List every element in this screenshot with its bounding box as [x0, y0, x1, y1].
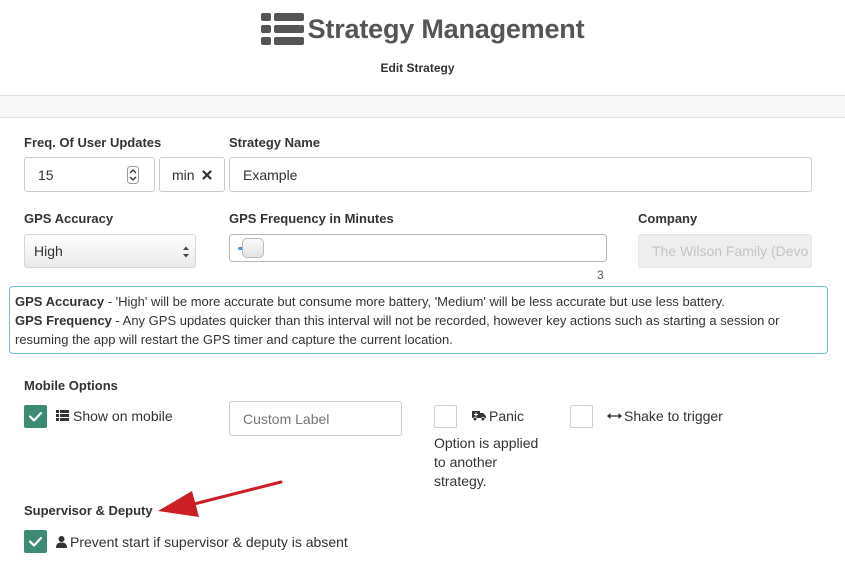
page-title: Strategy Management	[307, 13, 585, 44]
custom-label-input[interactable]	[229, 401, 402, 436]
gps-accuracy-text: - 'High' will be more accurate but consu…	[104, 294, 725, 309]
panic-checkbox[interactable]	[434, 405, 457, 428]
gps-frequency-term: GPS Frequency	[15, 313, 112, 328]
prevent-start-label: Prevent start if supervisor & deputy is …	[70, 534, 348, 550]
gps-frequency-text: - Any GPS updates quicker than this inte…	[15, 313, 780, 347]
toolbar-band	[0, 95, 845, 118]
freq-value: 15	[38, 167, 54, 183]
horizontal-arrows-icon	[607, 413, 622, 419]
slider-handle[interactable]	[242, 238, 264, 258]
strategy-name-label: Strategy Name	[229, 135, 321, 150]
gps-frequency-info: GPS Frequency - Any GPS updates quicker …	[15, 311, 822, 349]
gps-frequency-slider[interactable]	[229, 234, 607, 262]
show-on-mobile-label: Show on mobile	[73, 408, 173, 424]
freq-unit: min	[172, 167, 195, 183]
supervisor-deputy-label: Supervisor & Deputy	[24, 503, 153, 518]
mobile-options-label: Mobile Options	[24, 378, 118, 393]
user-icon	[56, 536, 67, 548]
ambulance-icon	[472, 411, 486, 421]
select-arrows-icon	[183, 246, 189, 258]
shake-to-trigger-label: Shake to trigger	[624, 408, 723, 424]
pointer-arrow	[158, 480, 283, 517]
gps-frequency-label: GPS Frequency in Minutes	[229, 211, 394, 226]
spinner-icon[interactable]	[127, 166, 139, 184]
close-icon[interactable]	[202, 170, 212, 180]
shake-to-trigger-checkbox[interactable]	[570, 405, 593, 428]
check-icon	[28, 411, 43, 422]
gps-accuracy-label: GPS Accuracy	[24, 211, 114, 226]
freq-input[interactable]: 15	[24, 157, 155, 192]
page-subtitle: Edit Strategy	[380, 61, 455, 75]
prevent-start-checkbox[interactable]	[24, 530, 47, 553]
company-select[interactable]: The Wilson Family (Devo	[638, 234, 812, 268]
list-icon	[260, 13, 304, 45]
check-icon	[28, 536, 43, 547]
gps-accuracy-info: GPS Accuracy - 'High' will be more accur…	[15, 292, 822, 311]
panic-note: Option is applied to another strategy.	[434, 435, 539, 489]
strategy-name-value: Example	[243, 167, 298, 183]
list-icon	[56, 410, 69, 421]
panic-label: Panic	[489, 408, 525, 424]
gps-accuracy-value: High	[34, 243, 63, 259]
freq-unit-box[interactable]: min	[159, 157, 225, 192]
strategy-name-input[interactable]: Example	[229, 157, 812, 192]
gps-frequency-value: 3	[597, 268, 604, 282]
show-on-mobile-checkbox[interactable]	[24, 405, 47, 428]
gps-info-box: GPS Accuracy - 'High' will be more accur…	[9, 286, 828, 354]
gps-accuracy-term: GPS Accuracy	[15, 294, 105, 309]
company-label: Company	[638, 211, 698, 226]
page-header: Strategy Management	[0, 12, 845, 51]
freq-label: Freq. Of User Updates	[24, 135, 162, 150]
company-value: The Wilson Family (Devo	[652, 243, 809, 259]
gps-accuracy-select[interactable]: High	[24, 234, 196, 268]
